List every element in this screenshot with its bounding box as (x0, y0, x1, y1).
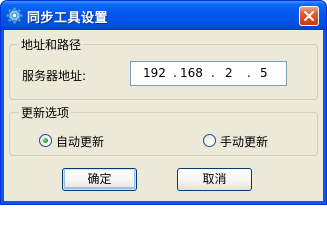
ip-octet-4[interactable]: 5 (260, 66, 268, 80)
radio-selected-dot (43, 138, 48, 143)
manual-update-label[interactable]: 手动更新 (220, 133, 268, 150)
title-bar[interactable]: 同步工具设置 (1, 1, 326, 30)
cancel-button[interactable]: 取消 (177, 168, 252, 191)
ip-separator: . (247, 66, 251, 80)
auto-update-label[interactable]: 自动更新 (56, 133, 104, 150)
auto-update-radio[interactable] (39, 134, 52, 147)
ip-address-input[interactable]: 192 . 168 . 2 . 5 (130, 61, 287, 86)
ip-octet-1[interactable]: 192 (143, 66, 166, 80)
manual-update-radio[interactable] (203, 134, 216, 147)
dialog-client-area: 地址和路径 服务器地址: 192 . 168 . 2 . 5 更新选项 自动更新… (4, 30, 323, 201)
window-title: 同步工具设置 (27, 11, 109, 26)
close-icon (304, 11, 314, 21)
ip-octet-2[interactable]: 168 (180, 66, 203, 80)
settings-dialog: 同步工具设置 地址和路径 服务器地址: 192 . 168 . 2 . 5 更新… (0, 0, 327, 205)
update-group-title: 更新选项 (19, 104, 72, 121)
ip-separator: . (211, 66, 215, 80)
server-address-label: 服务器地址: (22, 69, 87, 83)
close-button[interactable] (299, 6, 319, 26)
ip-separator: . (173, 66, 177, 80)
ok-button[interactable]: 确定 (62, 168, 137, 191)
ip-octet-3[interactable]: 2 (225, 66, 233, 80)
gear-icon (6, 7, 23, 24)
address-group-title: 地址和路径 (19, 36, 84, 53)
